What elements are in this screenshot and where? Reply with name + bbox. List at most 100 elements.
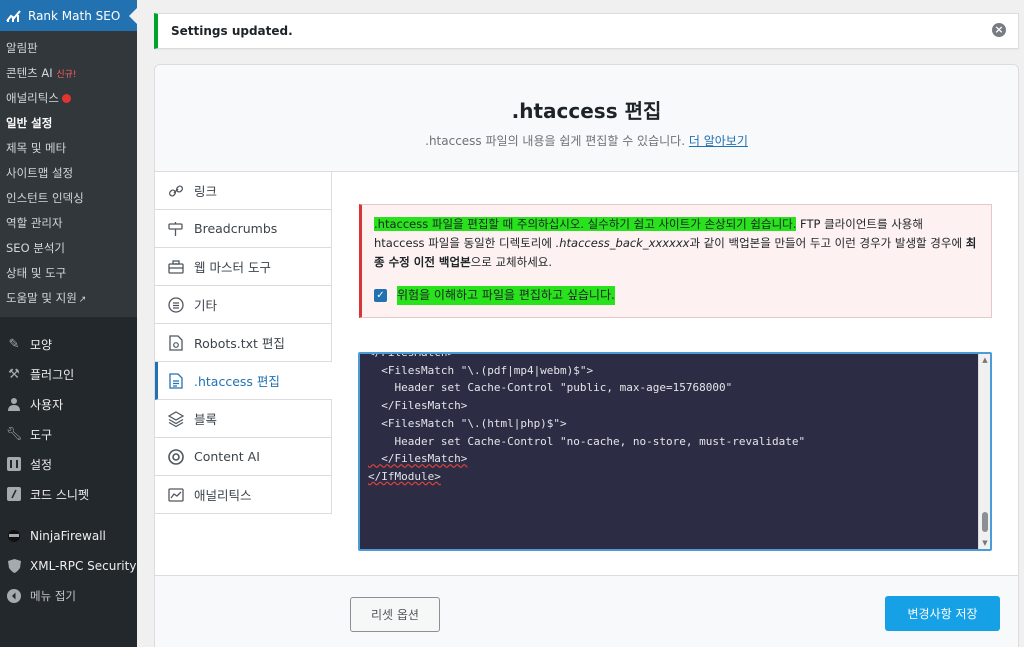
menu-settings[interactable]: 설정 (0, 449, 137, 479)
submenu-sitemap[interactable]: 사이트맵 설정 (0, 161, 137, 186)
submenu-dashboard-label: 알림판 (6, 41, 38, 55)
tab-links-label: 링크 (194, 184, 218, 199)
scroll-up-icon[interactable]: ▲ (981, 356, 989, 364)
rank-math-submenu: 알림판 콘텐츠 AI 신규! 애널리틱스 일반 설정 제목 및 메타 사이트맵 … (0, 31, 137, 317)
tab-content-ai-label: Content AI (194, 449, 260, 464)
code-line: </FilesMatch> (368, 399, 468, 413)
tab-htaccess[interactable]: .htaccess 편집 (155, 362, 332, 400)
notice-text: Settings updated. (171, 24, 293, 38)
menu-appearance-label: 모양 (30, 337, 53, 352)
submenu-role-manager[interactable]: 역할 관리자 (0, 211, 137, 236)
signpost-icon (167, 220, 185, 238)
panel-header: .htaccess 편집 .htaccess 파일의 내용을 쉽게 편집할 수 … (155, 65, 1018, 172)
submenu-dashboard[interactable]: 알림판 (0, 36, 137, 61)
menu-ninjafirewall[interactable]: NinjaFirewall (0, 521, 137, 551)
menu-users[interactable]: 사용자 (0, 389, 137, 419)
tab-analytics[interactable]: 애널리틱스 (155, 476, 332, 514)
external-link-icon: ↗ (78, 295, 87, 305)
menu-xmlrpc-security[interactable]: XML-RPC Security (0, 551, 137, 581)
submenu-content-ai-label: 콘텐츠 AI (6, 66, 53, 80)
submenu-sitemap-label: 사이트맵 설정 (6, 166, 74, 180)
panel-footer: 리셋 옵션 변경사항 저장 (155, 575, 1018, 647)
menu-collapse[interactable]: 메뉴 접기 (0, 581, 137, 611)
code-line: <FilesMatch "\.(html|php)$"> (368, 416, 567, 430)
settings-tabs: 링크 Breadcrumbs 웹 마스터 도구 기타 Robots.txt 편집… (155, 172, 332, 514)
admin-sidebar: Rank Math SEO 알림판 콘텐츠 AI 신규! 애널리틱스 일반 설정… (0, 0, 137, 647)
code-line: </FilesMatch> (368, 452, 468, 466)
analytics-icon (167, 486, 185, 504)
alert-dot-icon (61, 94, 71, 103)
tab-blocks[interactable]: 블록 (155, 400, 332, 438)
code-line: </IfModule> (368, 469, 441, 483)
code-icon (6, 486, 22, 502)
tab-robots-txt[interactable]: Robots.txt 편집 (155, 324, 332, 362)
menu-xmlrpc-security-label: XML-RPC Security (30, 559, 137, 573)
submenu-general-settings[interactable]: 일반 설정 (0, 111, 137, 136)
rank-math-logo-icon (6, 9, 21, 22)
submenu-status-tools[interactable]: 상태 및 도구 (0, 261, 137, 286)
submenu-analytics-label: 애널리틱스 (6, 91, 59, 105)
tab-robots-txt-label: Robots.txt 편집 (194, 336, 285, 351)
link-icon (167, 182, 185, 200)
htaccess-content: .htaccess 파일을 편집할 때 주의하십시오. 실수하기 쉽고 사이트가… (332, 172, 1018, 575)
menu-code-snippets-label: 코드 스니펫 (30, 487, 90, 502)
tab-breadcrumbs-label: Breadcrumbs (194, 221, 278, 236)
tab-breadcrumbs[interactable]: Breadcrumbs (155, 210, 332, 248)
scroll-thumb[interactable] (982, 512, 988, 532)
settings-icon (6, 456, 22, 472)
tab-webmaster-tools[interactable]: 웹 마스터 도구 (155, 248, 332, 286)
submenu-seo-analyzer[interactable]: SEO 분석기 (0, 236, 137, 261)
submenu-help[interactable]: 도움말 및 지원 ↗ (0, 286, 137, 311)
wrench-icon: 🔧︎ (5, 426, 23, 442)
submenu-status-tools-label: 상태 및 도구 (6, 266, 67, 280)
settings-updated-notice: Settings updated. × (154, 13, 1019, 49)
tab-content-ai[interactable]: Content AI (155, 438, 332, 476)
htaccess-warning: .htaccess 파일을 편집할 때 주의하십시오. 실수하기 쉽고 사이트가… (359, 204, 992, 318)
dismiss-icon[interactable]: × (992, 23, 1006, 37)
code-lines[interactable]: </FilesMatch> <FilesMatch "\.(pdf|mp4|we… (368, 354, 805, 486)
submenu-titles-meta-label: 제목 및 메타 (6, 141, 67, 155)
user-icon (6, 396, 22, 412)
tab-webmaster-tools-label: 웹 마스터 도구 (194, 260, 271, 275)
menu-appearance[interactable]: ✎ 모양 (0, 329, 137, 359)
current-menu-arrow (129, 8, 137, 24)
menu-rank-math[interactable]: Rank Math SEO (0, 0, 137, 31)
blocks-icon (167, 410, 185, 428)
learn-more-link[interactable]: 더 알아보기 (689, 134, 748, 148)
submenu-analytics[interactable]: 애널리틱스 (0, 86, 137, 111)
submenu-titles-meta[interactable]: 제목 및 메타 (0, 136, 137, 161)
editor-scrollbar[interactable]: ▲ ▼ (978, 354, 990, 549)
tab-others-label: 기타 (194, 298, 218, 313)
settings-panel: .htaccess 편집 .htaccess 파일의 내용을 쉽게 편집할 수 … (154, 64, 1019, 647)
submenu-instant-indexing[interactable]: 인스턴트 인덱싱 (0, 186, 137, 211)
code-line: <FilesMatch "\.(pdf|mp4|webm)$"> (368, 363, 594, 377)
menu-rank-math-label: Rank Math SEO (28, 8, 121, 23)
confirm-edit-label: 위험을 이해하고 파일을 편집하고 싶습니다. (397, 286, 615, 305)
menu-tools[interactable]: 🔧︎ 도구 (0, 419, 137, 449)
save-changes-button[interactable]: 변경사항 저장 (885, 596, 1000, 631)
tab-links[interactable]: 링크 (155, 172, 332, 210)
robot-file-icon (167, 334, 185, 352)
page-description: .htaccess 파일의 내용을 쉽게 편집할 수 있습니다. 더 알아보기 (155, 132, 1018, 149)
scroll-down-icon[interactable]: ▼ (981, 539, 989, 547)
tab-others[interactable]: 기타 (155, 286, 332, 324)
submenu-seo-analyzer-label: SEO 분석기 (6, 241, 66, 255)
menu-plugins[interactable]: ⚒ 플러그인 (0, 359, 137, 389)
menu-code-snippets[interactable]: 코드 스니펫 (0, 479, 137, 509)
paintbrush-icon: ✎ (8, 336, 20, 352)
menu-plugins-label: 플러그인 (30, 367, 75, 382)
tab-htaccess-label: .htaccess 편집 (194, 374, 280, 389)
list-icon (167, 296, 185, 314)
code-line: Header set Cache-Control "public, max-ag… (368, 381, 733, 395)
tab-blocks-label: 블록 (194, 412, 218, 427)
reset-options-button[interactable]: 리셋 옵션 (350, 597, 440, 632)
new-badge: 신규! (56, 70, 77, 80)
confirm-edit-checkbox[interactable]: ✓ (374, 289, 387, 302)
confirm-edit-row[interactable]: ✓ 위험을 이해하고 파일을 편집하고 싶습니다. (374, 286, 977, 305)
menu-collapse-label: 메뉴 접기 (30, 589, 76, 603)
tab-analytics-label: 애널리틱스 (194, 488, 252, 503)
page-description-text: .htaccess 파일의 내용을 쉽게 편집할 수 있습니다. (425, 134, 686, 148)
htaccess-code-editor[interactable]: </FilesMatch> <FilesMatch "\.(pdf|mp4|we… (358, 352, 992, 551)
submenu-instant-indexing-label: 인스턴트 인덱싱 (6, 191, 84, 205)
submenu-content-ai[interactable]: 콘텐츠 AI 신규! (0, 61, 137, 86)
